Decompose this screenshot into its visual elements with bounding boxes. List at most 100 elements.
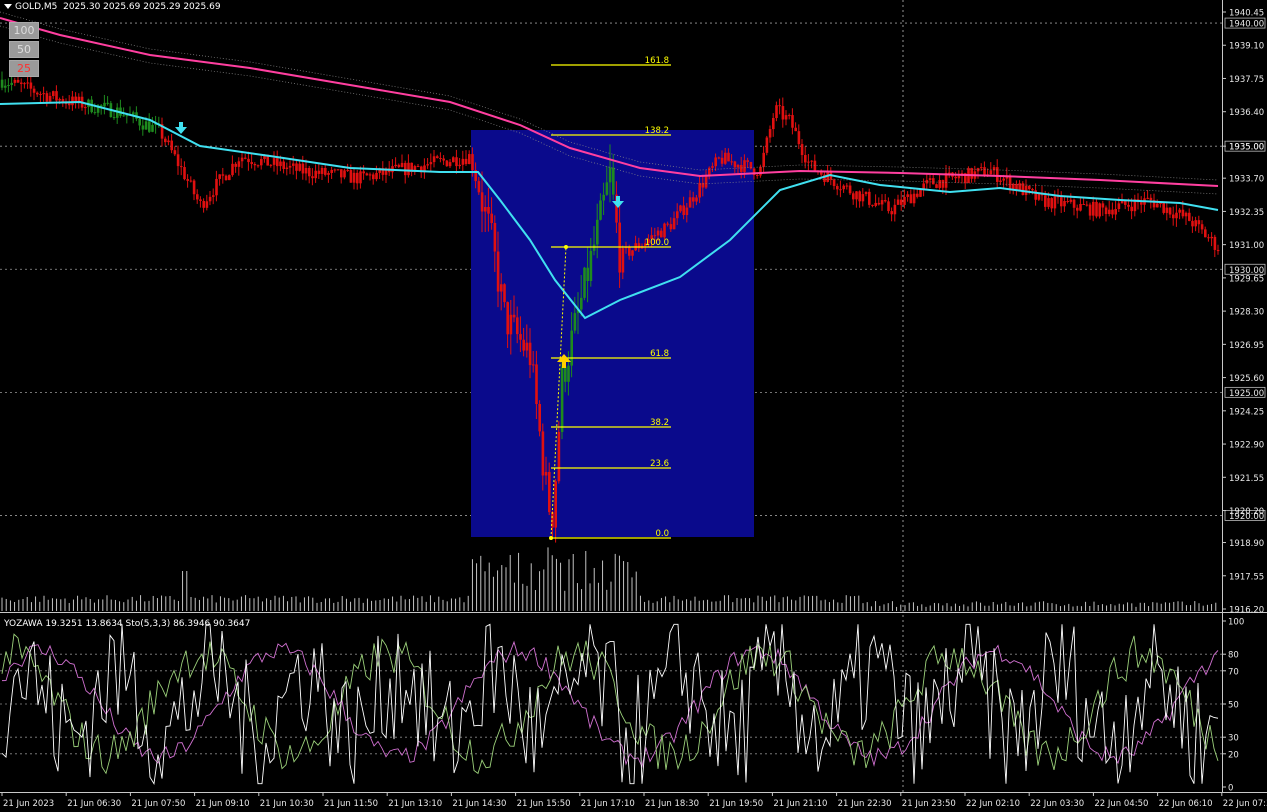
- candle-body: [762, 152, 765, 167]
- fib-level-label: 61.8: [650, 349, 669, 359]
- candle-body: [596, 219, 599, 245]
- candle-body: [957, 175, 961, 179]
- candle-body: [919, 189, 922, 197]
- candle-body: [314, 170, 317, 179]
- candle-body: [935, 184, 938, 188]
- candle-body: [170, 140, 173, 151]
- candle-body: [522, 339, 525, 351]
- candle-body: [509, 314, 513, 335]
- candle-body: [484, 207, 487, 212]
- candle-body: [877, 202, 881, 205]
- candle-body: [461, 158, 465, 165]
- candle-body: [282, 161, 285, 169]
- candle-body: [743, 160, 746, 173]
- candle-body: [112, 117, 116, 119]
- candle-body: [336, 169, 340, 171]
- fib-level-label: 23.6: [650, 459, 669, 469]
- price-chart[interactable]: 161.8138.2100.061.838.223.60.0 1940.0019…: [0, 0, 1267, 812]
- fib-level-label: 38.2: [650, 418, 669, 428]
- osc-tick-label: 0: [1228, 784, 1233, 794]
- candle-body: [260, 159, 263, 166]
- candle-body: [580, 297, 583, 310]
- candle-body: [1066, 200, 1069, 202]
- candle-body: [548, 471, 551, 513]
- candle-body: [1146, 197, 1149, 199]
- candle-body: [199, 199, 202, 201]
- candle-body: [1181, 209, 1185, 217]
- candle-body: [1178, 209, 1181, 213]
- fib-level-label: 100.0: [645, 238, 669, 248]
- level-button-50[interactable]: 50: [9, 41, 39, 58]
- candle-body: [535, 364, 538, 404]
- candle-body: [1031, 189, 1034, 191]
- candle-body: [122, 115, 125, 117]
- candle-body: [688, 197, 692, 208]
- time-tick-label: 21 Jun 23:50: [902, 799, 956, 809]
- candle-body: [1092, 201, 1095, 216]
- candle-body: [1200, 224, 1204, 230]
- candle-body: [880, 200, 884, 205]
- price-tick-label: 1940.45: [1229, 9, 1264, 19]
- candle-body: [167, 140, 170, 143]
- candle-body: [839, 189, 842, 191]
- candle-body: [804, 155, 807, 163]
- candle-body: [519, 334, 522, 340]
- candle-body: [42, 93, 45, 95]
- price-tick-label: 1937.75: [1229, 75, 1264, 85]
- candle-body: [180, 166, 183, 168]
- candle-body: [797, 131, 801, 145]
- level-button-25[interactable]: 25: [9, 60, 39, 77]
- candle-body: [439, 158, 442, 160]
- candle-body: [471, 154, 474, 171]
- candle-body: [234, 163, 237, 167]
- candle-body: [250, 162, 253, 165]
- candle-body: [813, 160, 817, 171]
- time-tick-label: 21 Jun 18:30: [645, 799, 699, 809]
- candle-body: [938, 179, 941, 188]
- ohlc-values: 2025.30 2025.69 2025.29 2025.69: [63, 2, 221, 12]
- candle-body: [26, 82, 29, 84]
- level-button-100[interactable]: 100: [9, 22, 39, 39]
- candle-body: [861, 194, 865, 202]
- candle-body: [541, 431, 545, 476]
- candle-body: [176, 154, 180, 167]
- candle-body: [138, 118, 141, 126]
- candle-body: [500, 284, 503, 292]
- candle-body: [394, 164, 397, 167]
- candle-body: [599, 200, 602, 220]
- time-tick-label: 22 Jun 07:30: [1223, 799, 1267, 809]
- candle-body: [1008, 175, 1012, 190]
- time-tick-label: 21 Jun 21:10: [773, 799, 827, 809]
- candle-body: [724, 152, 727, 164]
- candle-body: [557, 431, 561, 482]
- fib-level-label: 161.8: [645, 56, 669, 66]
- candle-body: [368, 174, 372, 176]
- candle-body: [487, 207, 490, 214]
- candle-body: [346, 170, 349, 172]
- candle-body: [52, 91, 55, 96]
- candle-body: [292, 163, 295, 166]
- candle-body: [621, 248, 625, 273]
- candle-body: [855, 191, 858, 200]
- candle-body: [791, 115, 794, 128]
- candle-body: [717, 157, 721, 159]
- candle-body: [416, 166, 420, 168]
- collapse-triangle-icon[interactable]: [4, 4, 12, 9]
- candle-body: [333, 169, 337, 171]
- candle-body: [1216, 249, 1220, 252]
- candle-body: [1088, 204, 1092, 216]
- candle-body: [215, 178, 218, 196]
- candle-body: [989, 170, 993, 175]
- candle-body: [231, 163, 234, 176]
- candle-body: [836, 186, 839, 190]
- candle-body: [1095, 201, 1098, 217]
- candle-body: [564, 366, 567, 382]
- candle-body: [528, 342, 532, 366]
- candle-body: [426, 164, 429, 166]
- candle-body: [1140, 202, 1143, 205]
- time-tick-label: 21 Jun 13:10: [388, 799, 442, 809]
- candle-body: [676, 211, 679, 219]
- candle-body: [400, 162, 404, 167]
- candle-body: [247, 158, 250, 163]
- candle-body: [704, 176, 708, 188]
